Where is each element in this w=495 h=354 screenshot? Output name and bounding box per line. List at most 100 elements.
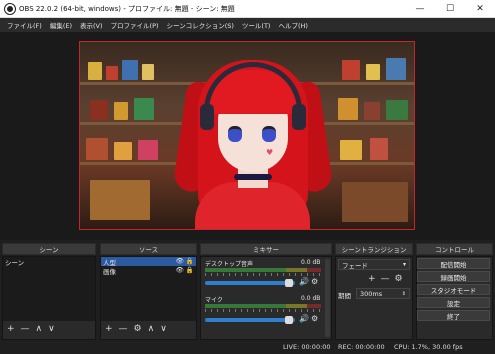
remove-source-button[interactable]: — [119, 324, 128, 334]
shop-item [386, 58, 406, 80]
shop-item [86, 138, 108, 160]
menu-tools[interactable]: ツール(T) [238, 20, 275, 30]
start-recording-button[interactable]: 録画開始 [417, 271, 490, 282]
scenes-toolbar: + — ∧ ∨ [7, 323, 55, 335]
shop-item [90, 180, 150, 220]
volume-fader-track[interactable] [205, 281, 295, 285]
preview-canvas[interactable]: ♥ [79, 41, 415, 230]
live-status: LIVE: 00:00:00 [283, 343, 331, 351]
shop-item [88, 62, 102, 80]
chevron-down-icon: ▾ [402, 261, 406, 268]
transition-select-value: フェード [342, 261, 368, 270]
mixer-dock-title: ミキサー [200, 243, 332, 255]
cpu-status: CPU: 1.7%, 30.00 fps [394, 343, 463, 351]
source-up-button[interactable]: ∧ [148, 324, 155, 334]
maximize-button[interactable]: ☐ [435, 0, 465, 18]
source-down-button[interactable]: ∨ [160, 324, 167, 334]
minimize-button[interactable]: — [405, 0, 435, 18]
transitions-toolbar: + — ⚙ [368, 273, 403, 285]
lock-icon[interactable]: 🔒 [186, 266, 194, 274]
remove-scene-button[interactable]: — [21, 324, 30, 334]
heart-icon: ♥ [266, 148, 274, 157]
lock-icon[interactable]: 🔒 [186, 257, 194, 265]
speaker-icon[interactable]: 🔊 [299, 277, 309, 286]
gear-icon[interactable]: ⚙ [311, 277, 318, 286]
shop-item [138, 140, 158, 160]
scene-item[interactable]: シーン [3, 257, 95, 267]
menu-profile[interactable]: プロファイル(P) [107, 20, 163, 30]
mixer-track-db: 0.0 dB [301, 295, 321, 302]
mixer-scrollbar[interactable] [325, 259, 330, 337]
menu-edit[interactable]: 編集(E) [46, 20, 76, 30]
rec-status: REC: 00:00:00 [338, 343, 385, 351]
title-bar: OBS 22.0.2 (64-bit, windows) - プロファイル: 無… [0, 0, 495, 18]
mixer-track-name: デスクトップ音声 [205, 261, 254, 268]
source-item[interactable]: 画像 👁 🔒 [101, 266, 196, 276]
shop-item [340, 140, 362, 160]
sources-dock-title: ソース [100, 243, 197, 255]
speaker-icon[interactable]: 🔊 [299, 314, 309, 323]
scenes-list[interactable]: シーン [3, 257, 95, 321]
transition-select[interactable]: フェード ▾ [338, 259, 410, 270]
volume-fader-track[interactable] [205, 318, 295, 322]
close-button[interactable]: ✕ [465, 0, 495, 18]
shop-item [122, 60, 138, 80]
shop-item [364, 102, 380, 120]
menu-help[interactable]: ヘルプ(H) [274, 20, 311, 30]
scene-down-button[interactable]: ∨ [48, 324, 55, 334]
remove-transition-button[interactable]: — [381, 274, 390, 284]
add-source-button[interactable]: + [105, 324, 113, 334]
meter-scale [205, 309, 321, 312]
duration-input[interactable]: 300ms ⇕ [356, 288, 410, 299]
studio-mode-button[interactable]: スタジオモード [417, 284, 490, 295]
character-choker [234, 174, 272, 180]
transitions-dock: フェード ▾ + — ⚙ 期間 300ms ⇕ [335, 256, 413, 340]
shop-item [370, 138, 388, 160]
shop-item [90, 100, 108, 120]
sources-list[interactable]: 人型 👁 🔒 画像 👁 🔒 [101, 257, 196, 321]
transitions-dock-title: シーントランジション [335, 243, 413, 255]
mixer-track-name: マイク [205, 297, 223, 304]
spin-arrows-icon[interactable]: ⇕ [402, 291, 406, 297]
menu-bar: ファイル(F) 編集(E) 表示(V) プロファイル(P) シーンコレクション(… [0, 18, 495, 32]
duration-label: 期間 [338, 292, 351, 300]
volume-meter [205, 304, 321, 308]
start-streaming-button[interactable]: 配信開始 [417, 258, 490, 269]
scene-label: シーン [5, 258, 25, 267]
menu-view[interactable]: 表示(V) [76, 20, 107, 30]
volume-fader-handle[interactable] [285, 279, 293, 287]
eye-icon[interactable]: 👁 [176, 266, 184, 274]
scene-up-button[interactable]: ∧ [36, 324, 43, 334]
shop-item [134, 98, 154, 120]
gear-icon[interactable]: ⚙ [395, 274, 403, 284]
duration-value: 300ms [360, 289, 383, 298]
mixer-track-db: 0.0 dB [301, 259, 321, 266]
shop-item [114, 102, 128, 120]
meter-scale [205, 273, 321, 276]
sources-toolbar: + — ⚙ ∧ ∨ [105, 323, 167, 335]
exit-button[interactable]: 終了 [417, 310, 490, 321]
eye-icon[interactable]: 👁 [176, 257, 184, 265]
scenes-dock-title: シーン [2, 243, 96, 255]
shop-item [114, 142, 132, 160]
character-body [195, 182, 310, 229]
obs-logo-icon [5, 3, 15, 14]
source-label: 画像 [103, 267, 116, 276]
headset-earcup [200, 104, 214, 130]
add-scene-button[interactable]: + [7, 324, 15, 334]
gear-icon[interactable]: ⚙ [311, 314, 318, 323]
source-properties-button[interactable]: ⚙ [134, 324, 142, 334]
sources-dock: 人型 👁 🔒 画像 👁 🔒 + — ⚙ ∧ ∨ [100, 256, 197, 340]
mixer-dock: デスクトップ音声 0.0 dB 🔊 ⚙ マイク 0.0 dB 🔊 ⚙ [200, 256, 332, 340]
shop-item [342, 60, 360, 80]
status-bar: LIVE: 00:00:00 REC: 00:00:00 CPU: 1.7%, … [0, 340, 495, 354]
character-eye [262, 126, 276, 142]
settings-button[interactable]: 設定 [417, 297, 490, 308]
add-transition-button[interactable]: + [368, 274, 376, 284]
menu-scene-collection[interactable]: シーンコレクション(S) [163, 20, 238, 30]
scenes-dock: シーン + — ∧ ∨ [2, 256, 96, 340]
menu-file[interactable]: ファイル(F) [3, 20, 46, 30]
shop-item [366, 64, 380, 80]
volume-fader-handle[interactable] [285, 316, 293, 324]
headset-earcup [292, 104, 306, 130]
